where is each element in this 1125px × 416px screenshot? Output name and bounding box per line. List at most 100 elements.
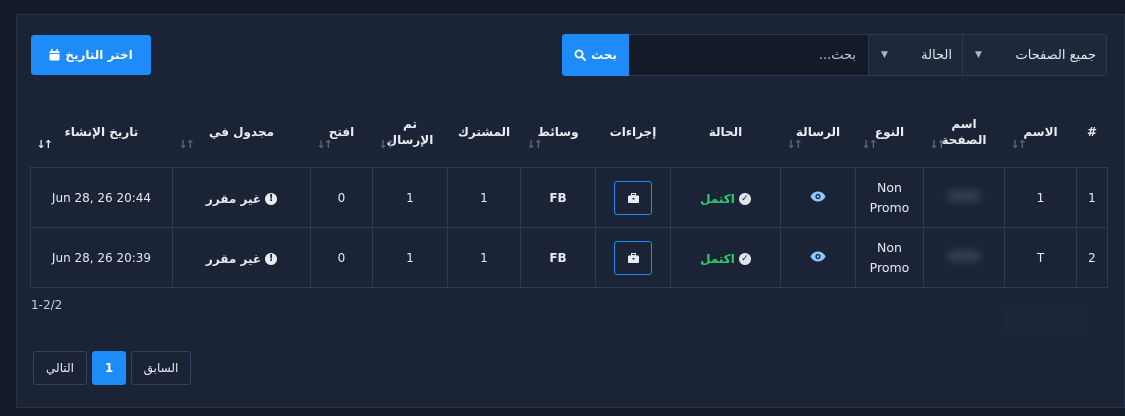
column-header-subscriber: المشترك [448,97,521,168]
column-header-label: تاريخ الإنشاء [64,125,139,139]
sort-arrows-icon[interactable]: ↑↓ [379,138,396,151]
column-header-status: الحالة [671,97,781,168]
sort-arrows-icon[interactable]: ↑↓ [179,138,196,151]
column-header-created[interactable]: تاريخ الإنشاء ↑↓ [31,97,173,168]
cell-status: ✓ اكتمل [670,227,781,288]
search-button[interactable]: بحث [562,34,629,76]
column-header-label: الحالة [708,125,743,139]
blurred-control [1046,303,1086,337]
column-header-label: افتح [328,125,355,139]
eye-icon[interactable] [810,191,826,202]
scheduled-badge: ! غير مقرر [205,251,278,266]
choose-date-button[interactable]: اختر التاريخ [31,35,151,75]
sort-arrows-icon[interactable]: ↑↓ [317,138,334,151]
sort-arrows-icon[interactable]: ↑↓ [1011,138,1028,151]
column-header-media[interactable]: وسائط ↑↓ [521,97,596,168]
sort-arrows-icon[interactable]: ↑↓ [862,138,879,151]
column-header-number: # [1077,97,1108,168]
column-header-message[interactable]: الرسالة ↑↓ [781,97,856,168]
column-header-type[interactable]: النوع ↑↓ [856,97,924,168]
current-page-button[interactable]: 1 [92,351,126,385]
scheduled-text: غير مقرر [205,251,262,266]
status-text: اكتمل [700,191,735,206]
column-header-sent[interactable]: تم الإرسال ↑↓ [373,97,448,168]
exclamation-circle-icon: ! [265,252,278,265]
cell-page-name [923,227,1005,288]
search-input[interactable] [629,34,869,76]
status-select[interactable]: ▼ الحالة [869,34,963,76]
column-header-label: المشترك [457,125,511,139]
chevron-down-icon: ▼ [975,50,982,60]
sort-arrows-icon[interactable]: ↑↓ [787,138,804,151]
cell-status: ✓ اكتمل [670,167,781,228]
cell-subscriber: 1 [447,227,521,288]
chevron-down-icon: ▼ [881,50,888,60]
pages-select-value: جميع الصفحات [1015,47,1096,63]
search-icon [574,49,587,61]
actions-button[interactable] [614,180,652,215]
cell-message [780,227,856,288]
sort-arrows-icon[interactable]: ↑↓ [930,138,947,151]
column-header-opened[interactable]: افتح ↑↓ [311,97,373,168]
column-header-label: وسائط [537,125,579,139]
status-text: اكتمل [700,251,735,266]
scheduled-text: غير مقرر [205,191,262,206]
column-header-actions: إجراءات [596,97,671,168]
cell-name: 1 [1004,167,1077,228]
status-badge: ✓ اكتمل [700,252,751,266]
calendar-icon [49,49,60,61]
type-line: Promo [869,259,910,275]
pages-select[interactable]: ▼ جميع الصفحات [963,34,1107,76]
status-select-value: الحالة [921,47,952,63]
cell-message [780,167,856,228]
search-button-label: بحث [591,48,617,62]
column-header-name[interactable]: الاسم ↑↓ [1005,97,1077,168]
choose-date-label: اختر التاريخ [65,48,133,62]
pagination: التالي 1 السابق [33,351,191,385]
next-page-button[interactable]: التالي [33,351,87,385]
cell-type: Non Promo [855,167,924,228]
cell-media: FB [520,227,596,288]
type-line: Promo [869,199,910,215]
column-header-label: الاسم [1023,125,1058,139]
records-count: 1-2/2 [31,298,63,312]
column-header-label: # [1086,125,1098,139]
column-header-label: مجدول في [208,125,275,139]
check-circle-icon: ✓ [738,252,751,265]
column-header-label: إجراءات [609,125,657,139]
status-badge: ✓ اكتمل [700,192,751,206]
blurred-control [1004,303,1044,337]
broadcast-table: # الاسم ↑↓ اسم الصفحة ↑↓ النوع ↑↓ الرسالة ↑↓… [30,97,1108,288]
cell-type: Non Promo [855,227,924,288]
cell-opened: 0 [310,167,373,228]
eye-icon[interactable] [810,251,826,262]
column-header-page-name[interactable]: اسم الصفحة ↑↓ [924,97,1005,168]
cell-actions [595,167,671,228]
cell-number: 2 [1076,227,1108,288]
sort-arrows-icon[interactable]: ↑↓ [527,138,544,151]
column-header-scheduled[interactable]: مجدول في ↑↓ [173,97,311,168]
cell-scheduled: ! غير مقرر [172,167,311,228]
actions-button[interactable] [614,240,652,275]
cell-sent: 1 [372,167,448,228]
filter-bar: بحث ▼ الحالة ▼ جميع الصفحات [562,34,1107,76]
blurred-page-name [947,190,981,202]
cell-created: Jun 28, 26 20:44 [30,167,173,228]
cell-page-name [923,167,1005,228]
check-circle-icon: ✓ [738,192,751,205]
table-header-row: # الاسم ↑↓ اسم الصفحة ↑↓ النوع ↑↓ الرسالة ↑↓… [31,97,1108,168]
cell-name: T [1004,227,1077,288]
column-header-label: اسم الصفحة [941,117,987,147]
sort-desc-icon[interactable]: ↑↓ [37,138,54,151]
table-row: 2 T Non Promo ✓ اكتمل FB 1 1 0 ! غير مقرر J… [30,227,1108,288]
cell-actions [595,227,671,288]
previous-page-button[interactable]: السابق [131,351,191,385]
cell-opened: 0 [310,227,373,288]
cell-scheduled: ! غير مقرر [172,227,311,288]
cell-number: 1 [1076,167,1108,228]
table-row: 1 1 Non Promo ✓ اكتمل FB 1 1 0 ! غير مقرر J… [30,167,1108,228]
exclamation-circle-icon: ! [265,192,278,205]
column-header-label: النوع [874,125,905,139]
cell-subscriber: 1 [447,167,521,228]
cell-media: FB [520,167,596,228]
